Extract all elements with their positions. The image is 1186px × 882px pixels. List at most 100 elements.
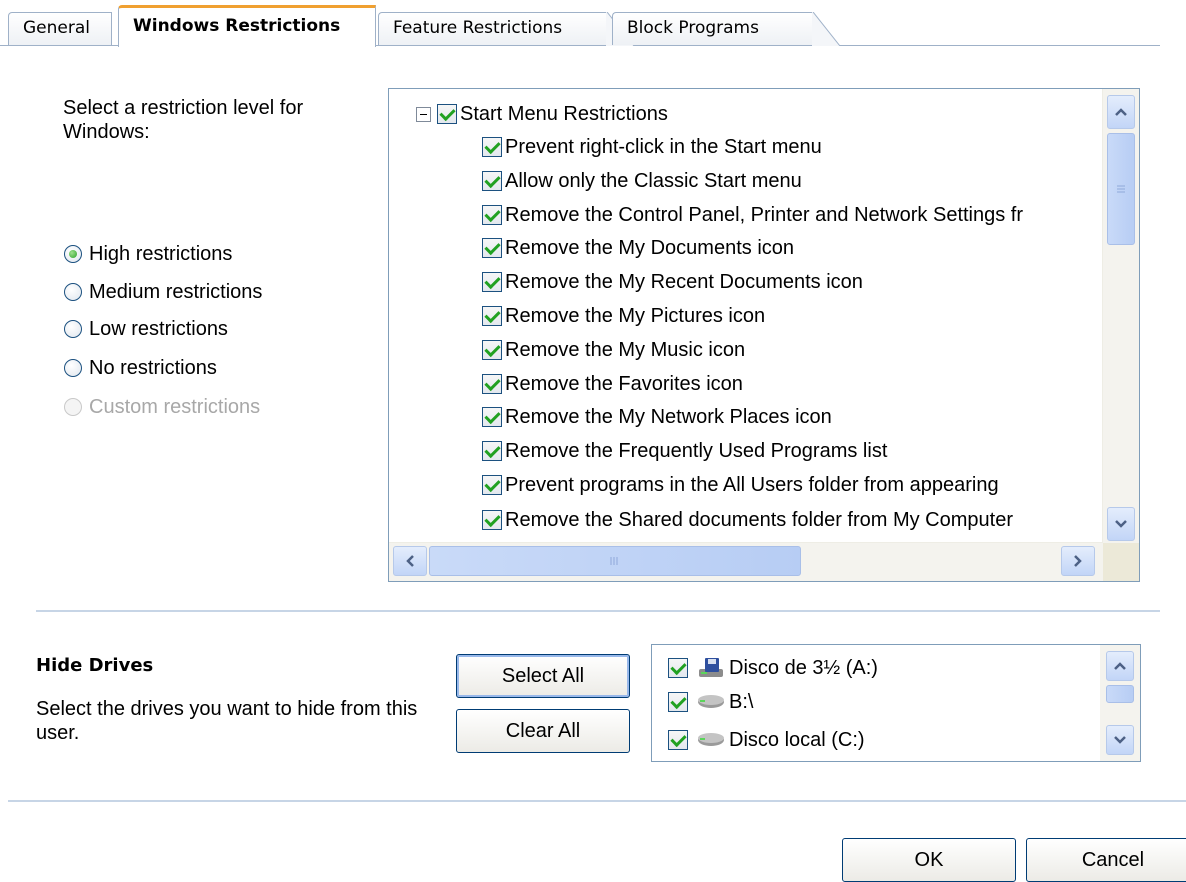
tab-feature-restrictions[interactable]: Feature Restrictions	[378, 12, 634, 46]
tab-label: Windows Restrictions	[133, 16, 341, 36]
scroll-thumb[interactable]	[1107, 133, 1135, 245]
checkbox[interactable]	[482, 510, 502, 530]
radio-label: High restrictions	[89, 242, 233, 265]
radio-medium-restrictions[interactable]: Medium restrictions	[64, 278, 262, 306]
radio-custom-restrictions: Custom restrictions	[64, 393, 260, 421]
hide-drives-title: Hide Drives	[36, 655, 154, 676]
scroll-up-button[interactable]	[1107, 95, 1135, 129]
tab-block-programs[interactable]: Block Programs	[612, 12, 840, 46]
tree-item[interactable]: Remove the Shared documents folder from …	[482, 505, 1013, 535]
radio-button[interactable]	[64, 283, 82, 301]
clear-all-button[interactable]: Clear All	[456, 709, 630, 753]
select-all-button[interactable]: Select All	[456, 654, 630, 698]
checkbox[interactable]	[482, 171, 502, 191]
tab-windows-restrictions[interactable]: Windows Restrictions	[118, 5, 376, 47]
checkbox[interactable]	[482, 441, 502, 461]
tree-item[interactable]: Remove the Control Panel, Printer and Ne…	[482, 200, 1023, 230]
scroll-thumb[interactable]	[1106, 685, 1134, 703]
restriction-level-prompt: Select a restriction level for Windows:	[63, 97, 304, 143]
checkbox[interactable]	[482, 374, 502, 394]
tab-label: General	[23, 18, 90, 38]
cancel-button[interactable]: Cancel	[1026, 838, 1186, 882]
tree-item[interactable]: Remove the My Music icon	[482, 335, 745, 365]
chevron-down-icon	[1114, 736, 1126, 744]
checkbox[interactable]	[482, 407, 502, 427]
tree-item[interactable]: Allow only the Classic Start menu	[482, 166, 802, 196]
checkbox[interactable]	[482, 340, 502, 360]
tree-item[interactable]: Prevent programs in the All Users folder…	[482, 470, 999, 500]
radio-label: Low restrictions	[89, 317, 228, 340]
tree-item[interactable]: Remove the My Pictures icon	[482, 301, 765, 331]
tree-item[interactable]: Prevent right-click in the Start menu	[482, 132, 822, 162]
grip-icon	[610, 557, 618, 565]
ok-button[interactable]: OK	[842, 838, 1016, 882]
tree-item-label: Remove the Control Panel, Printer and Ne…	[505, 203, 1024, 226]
chevron-left-icon	[406, 555, 414, 567]
radio-button[interactable]	[64, 359, 82, 377]
scroll-left-button[interactable]	[393, 546, 427, 576]
tree-item[interactable]: Remove the Favorites icon	[482, 369, 743, 399]
drives-scrollbar[interactable]	[1100, 645, 1140, 761]
drive-item-c[interactable]: Disco local (C:)	[668, 725, 865, 755]
restrictions-tree[interactable]: Start Menu Restrictions Prevent right-cl…	[388, 88, 1140, 582]
tab-label: Block Programs	[627, 18, 759, 38]
grip-icon	[1117, 185, 1125, 193]
scroll-right-button[interactable]	[1061, 546, 1095, 576]
checkbox[interactable]	[482, 238, 502, 258]
radio-low-restrictions[interactable]: Low restrictions	[64, 315, 228, 343]
drive-item-b[interactable]: B:\	[668, 687, 753, 717]
tree-item[interactable]: Remove the My Recent Documents icon	[482, 267, 863, 297]
checkbox[interactable]	[482, 475, 502, 495]
scroll-up-button[interactable]	[1106, 651, 1134, 681]
tree-root-start-menu[interactable]: Start Menu Restrictions	[416, 99, 668, 129]
tree-item-label: Allow only the Classic Start menu	[505, 169, 802, 192]
footer-divider	[8, 800, 1186, 802]
tree-item-label: Prevent programs in the All Users folder…	[505, 473, 999, 496]
tree-item-label: Remove the Shared documents folder from …	[505, 508, 1013, 531]
radio-label: Medium restrictions	[89, 280, 263, 303]
tree-item-label: Remove the My Music icon	[505, 338, 746, 361]
drive-label: Disco de 3½ (A:)	[729, 656, 878, 679]
button-label: OK	[914, 848, 944, 871]
tree-item-label: Start Menu Restrictions	[460, 102, 668, 125]
tree-vertical-scrollbar[interactable]	[1102, 89, 1139, 544]
radio-button	[64, 398, 82, 416]
drive-label: B:\	[729, 690, 754, 713]
tab-general[interactable]: General	[8, 12, 112, 45]
button-label: Select All	[501, 664, 585, 687]
radio-button[interactable]	[64, 320, 82, 338]
scroll-down-button[interactable]	[1107, 507, 1135, 541]
checkbox[interactable]	[668, 692, 688, 712]
tree-item-label: Remove the My Recent Documents icon	[505, 270, 863, 293]
scroll-down-button[interactable]	[1106, 725, 1134, 755]
radio-button[interactable]	[64, 245, 82, 263]
tree-item[interactable]: Remove the Frequently Used Programs list	[482, 436, 887, 466]
checkbox[interactable]	[482, 272, 502, 292]
checkbox[interactable]	[482, 205, 502, 225]
chevron-up-icon	[1115, 108, 1127, 116]
button-label: Clear All	[505, 719, 581, 742]
radio-label: Custom restrictions	[89, 395, 261, 418]
tree-item-label: Remove the My Pictures icon	[505, 304, 766, 327]
checkbox[interactable]	[482, 306, 502, 326]
floppy-drive-icon	[699, 658, 723, 677]
checkbox[interactable]	[482, 137, 502, 157]
scroll-thumb[interactable]	[429, 546, 801, 576]
radio-no-restrictions[interactable]: No restrictions	[64, 354, 217, 382]
tree-item-label: Remove the My Documents icon	[505, 236, 795, 259]
collapse-icon[interactable]	[416, 106, 431, 122]
checkbox[interactable]	[668, 730, 688, 750]
disk-drive-icon	[698, 695, 724, 708]
tree-item-label: Prevent right-click in the Start menu	[505, 135, 822, 158]
tree-item[interactable]: Remove the My Network Places icon	[482, 402, 832, 432]
tree-horizontal-scrollbar[interactable]	[389, 542, 1103, 581]
checkbox[interactable]	[668, 658, 688, 678]
tree-item[interactable]: Remove the My Documents icon	[482, 233, 794, 263]
chevron-down-icon	[1115, 520, 1127, 528]
radio-high-restrictions[interactable]: High restrictions	[64, 240, 232, 268]
checkbox[interactable]	[437, 104, 457, 124]
tab-label: Feature Restrictions	[393, 18, 563, 38]
chevron-right-icon	[1074, 555, 1082, 567]
drives-list[interactable]: Disco de 3½ (A:) B:\ Disco local (C:)	[651, 644, 1141, 762]
drive-item-a[interactable]: Disco de 3½ (A:)	[668, 653, 878, 683]
